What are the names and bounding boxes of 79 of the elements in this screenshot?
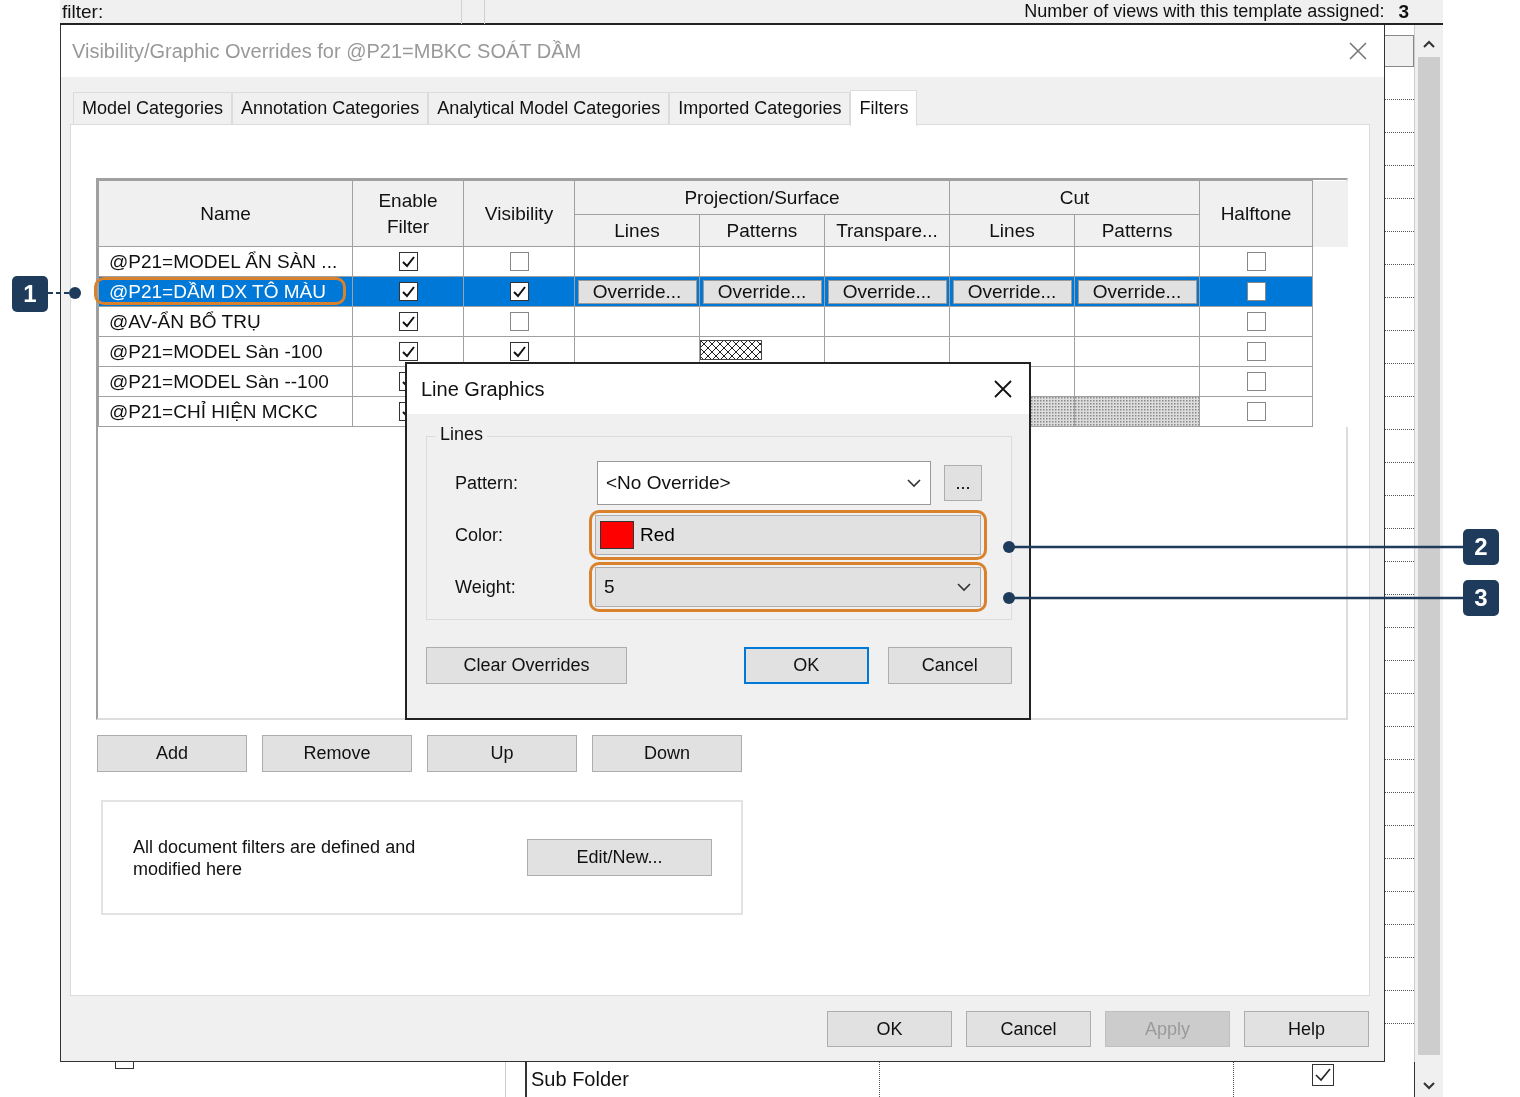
scroll-up-icon[interactable] (1422, 39, 1436, 49)
field-label: Weight: (455, 576, 517, 598)
column-header[interactable]: Transpare... (824, 214, 950, 247)
override-button[interactable]: Override... (702, 279, 822, 304)
callout-badge: 1 (12, 276, 48, 312)
filter-label: filter: (62, 0, 104, 23)
dialog-button[interactable]: Cancel (887, 647, 1012, 684)
table-cell[interactable]: @P21=MODEL ẨN SÀN ... (98, 246, 353, 277)
field-label: Pattern: (455, 472, 520, 494)
scroll-down-icon[interactable] (1422, 1081, 1436, 1091)
column-group-header: Projection/Surface (574, 180, 950, 215)
column-header[interactable]: Lines (574, 214, 700, 247)
column-header[interactable]: Lines (949, 214, 1075, 247)
table-action-button[interactable]: Down (592, 735, 742, 772)
checkbox[interactable] (398, 282, 418, 301)
override-button[interactable]: Override... (952, 279, 1072, 304)
checkbox[interactable] (398, 342, 418, 361)
table-cell[interactable]: @P21=CHỈ HIỆN MCKC (98, 396, 353, 427)
column-header[interactable]: Enable Filter (352, 180, 464, 247)
tab[interactable]: Annotation Categories (232, 92, 429, 124)
checkbox[interactable] (1246, 252, 1266, 271)
caret-icon (906, 478, 922, 488)
callout-badge: 2 (1463, 529, 1499, 565)
column-header[interactable]: Visibility (463, 180, 575, 247)
dialog-button[interactable]: Cancel (966, 1011, 1091, 1047)
weight-dropdown[interactable]: 5 (595, 567, 981, 607)
dialog-button[interactable]: Clear Overrides (426, 647, 628, 684)
callout-badge: 3 (1463, 580, 1499, 616)
scrollbar[interactable] (1415, 25, 1443, 1097)
dialog-button[interactable]: OK (744, 647, 869, 684)
override-button[interactable]: Override... (577, 279, 697, 304)
close-icon[interactable] (993, 379, 1013, 399)
checkbox[interactable] (509, 282, 529, 301)
checkbox[interactable] (1246, 342, 1266, 361)
checkbox[interactable] (398, 252, 418, 271)
info-text: All document filters are defined and modified here (133, 835, 417, 880)
browse-button[interactable]: ... (944, 465, 982, 501)
column-header[interactable]: Halftone (1199, 180, 1313, 247)
views-count: 3 (1398, 0, 1409, 23)
override-button[interactable]: Override... (1077, 279, 1197, 304)
checkbox[interactable] (1246, 312, 1266, 331)
override-button[interactable]: Override... (827, 279, 947, 304)
table-action-button[interactable]: Up (427, 735, 577, 772)
tab[interactable]: Filters (850, 90, 918, 126)
table-cell: Sub Folder (531, 1068, 629, 1091)
caret-icon (956, 582, 972, 592)
field-label: Color: (455, 524, 504, 546)
table-action-button[interactable]: Remove (262, 735, 412, 772)
checkbox[interactable] (1312, 1064, 1334, 1086)
table-cell[interactable]: @P21=MODEL Sàn -100 (98, 336, 353, 367)
tab[interactable]: Model Categories (73, 92, 233, 124)
table-cell[interactable]: @P21=MODEL Sàn --100 (98, 366, 353, 397)
views-count-label: Number of views with this template assigned: (1024, 1, 1385, 22)
column-header[interactable]: Name (98, 180, 353, 247)
checkbox[interactable] (509, 252, 529, 271)
checkbox[interactable] (1246, 402, 1266, 421)
pattern-dropdown[interactable]: <No Override> (597, 461, 931, 505)
color-name: Red (640, 524, 675, 546)
checkbox[interactable] (1246, 372, 1266, 391)
checkbox[interactable] (509, 312, 529, 331)
column-header[interactable]: Patterns (699, 214, 825, 247)
color-button[interactable]: Red (595, 515, 981, 555)
tab[interactable]: Imported Categories (669, 92, 851, 124)
table-action-button[interactable]: Add (97, 735, 247, 772)
edit-new-button[interactable]: Edit/New... (527, 839, 712, 876)
dialog-button[interactable]: Help (1244, 1011, 1369, 1047)
tab[interactable]: Analytical Model Categories (428, 92, 670, 124)
checkbox[interactable] (509, 342, 529, 361)
leader-line (48, 286, 82, 300)
table-cell[interactable]: @AV-ẨN BỔ TRỤ (98, 306, 353, 337)
column-header[interactable]: Patterns (1074, 214, 1200, 247)
table-row[interactable]: Sub Folder (525, 1062, 1415, 1097)
dialog-title: Line Graphics (421, 377, 545, 401)
column-group-header: Cut (949, 180, 1200, 215)
window-title: Visibility/Graphic Overrides for @P21=MBKC SOÁT DẦM (72, 39, 582, 63)
scrollbar-thumb[interactable] (1418, 57, 1440, 1055)
checkbox[interactable] (1246, 282, 1266, 301)
checkbox[interactable] (398, 312, 418, 331)
dialog-button[interactable]: OK (827, 1011, 952, 1047)
